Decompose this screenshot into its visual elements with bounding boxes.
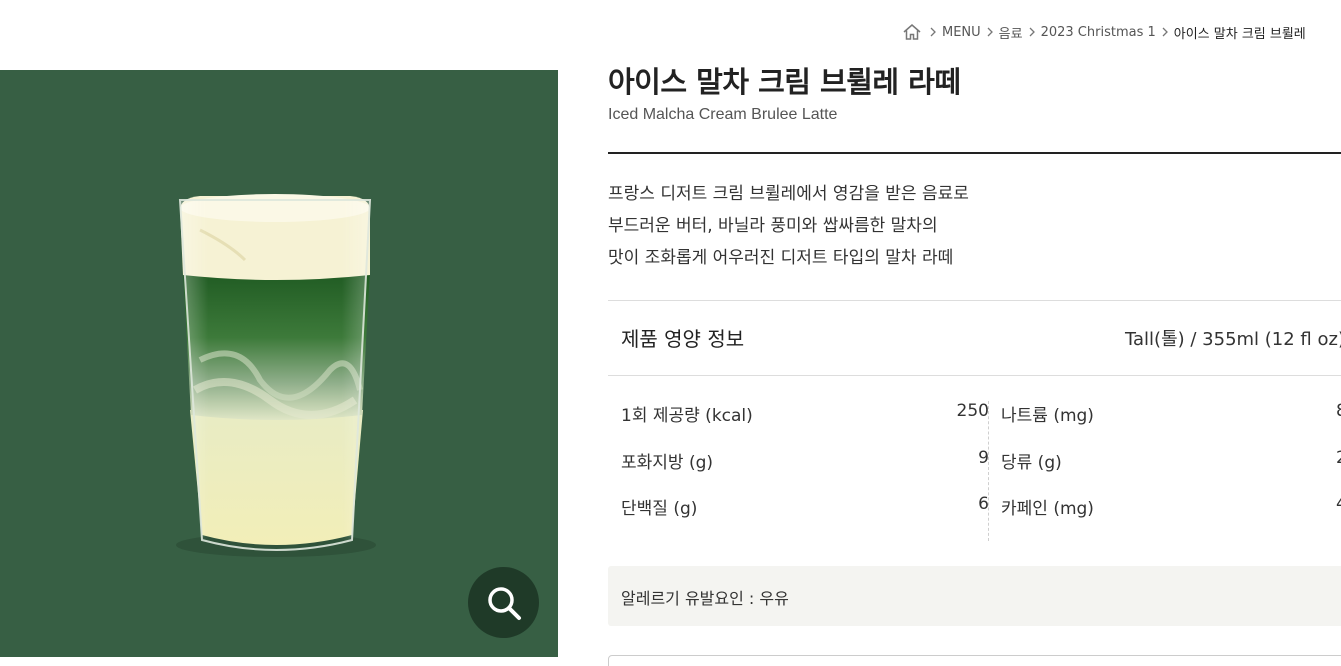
allergy-info: 알레르기 유발요인 : 우유 [608,566,1341,626]
chevron-right-icon [984,26,996,38]
title-divider [608,152,1341,154]
nutrition-label: 당류 (g) [1001,452,1062,473]
magnifier-icon [487,586,521,620]
drink-illustration [176,194,376,557]
nutrition-label: 단백질 (g) [621,499,698,519]
nutrition-column-right: 나트륨 (mg) 8 당류 (g) 2 카페인 (mg) 4 [1001,401,1341,541]
nutrition-value: 4 [1336,494,1341,514]
chevron-right-icon [1026,26,1038,38]
nutrition-row: 나트륨 (mg) 8 [1001,401,1341,448]
breadcrumb-item-category[interactable]: 2023 Christmas 1 [1041,25,1156,40]
nutrition-row: 1회 제공량 (kcal) 250 [621,401,989,448]
nutrition-row: 카페인 (mg) 4 [1001,494,1341,541]
nutrition-value: 2 [1336,448,1341,468]
nutrition-value: 250 [956,401,989,421]
product-subtitle: Iced Malcha Cream Brulee Latte [608,106,838,123]
nutrition-title: 제품 영양 정보 [621,327,745,351]
nutrition-header: 제품 영양 정보 Tall(톨) / 355ml (12 fl oz) [608,301,1341,376]
zoom-button[interactable] [468,567,539,638]
product-detail-page: MENU 음료 2023 Christmas 1 아이스 말차 크림 브륄레 아… [0,0,1341,666]
nutrition-label: 카페인 (mg) [1001,499,1094,519]
breadcrumb-current: 아이스 말차 크림 브륄레 [1173,26,1306,42]
product-description: 프랑스 디저트 크림 브륄레에서 영감을 받은 음료로 부드러운 버터, 바닐라… [608,178,969,274]
breadcrumb: MENU 음료 2023 Christmas 1 아이스 말차 크림 브륄레 [902,22,1306,42]
nutrition-value: 8 [1336,401,1341,421]
nutrition-row: 포화지방 (g) 9 [621,448,989,495]
product-title: 아이스 말차 크림 브륄레 라떼 [608,65,961,99]
column-divider [988,401,989,541]
nutrition-size[interactable]: Tall(톨) / 355ml (12 fl oz) [1125,325,1341,351]
breadcrumb-item-beverage[interactable]: 음료 [999,23,1023,42]
description-line: 프랑스 디저트 크림 브륄레에서 영감을 받은 음료로 [608,184,969,204]
product-info: 아이스 말차 크림 브륄레 라떼 Iced Malcha Cream Brule… [608,60,1341,666]
nutrition-info: 제품 영양 정보 Tall(톨) / 355ml (12 fl oz) 1회 제… [608,300,1341,541]
nutrition-column-left: 1회 제공량 (kcal) 250 포화지방 (g) 9 단백질 (g) 6 [621,401,989,541]
chevron-right-icon [1159,26,1171,38]
nutrition-label: 나트륨 (mg) [1001,406,1094,426]
description-line: 부드러운 버터, 바닐라 풍미와 쌉싸름한 말차의 [608,216,938,236]
nutrition-row: 당류 (g) 2 [1001,448,1341,495]
description-line: 맛이 조화롭게 어우러진 디저트 타입의 말차 라떼 [608,248,954,268]
breadcrumb-item-menu[interactable]: MENU [942,25,981,40]
chevron-right-icon [927,26,939,38]
nutrition-value: 9 [978,447,989,468]
nutrition-label: 포화지방 (g) [621,452,714,473]
home-icon[interactable] [902,22,922,42]
nutrition-row: 단백질 (g) 6 [621,494,989,541]
nutrition-label: 1회 제공량 (kcal) [621,406,753,426]
option-select[interactable] [608,655,1341,666]
product-image [0,70,558,657]
allergy-text: 알레르기 유발요인 : 우유 [621,589,789,608]
nutrition-value: 6 [978,494,989,514]
